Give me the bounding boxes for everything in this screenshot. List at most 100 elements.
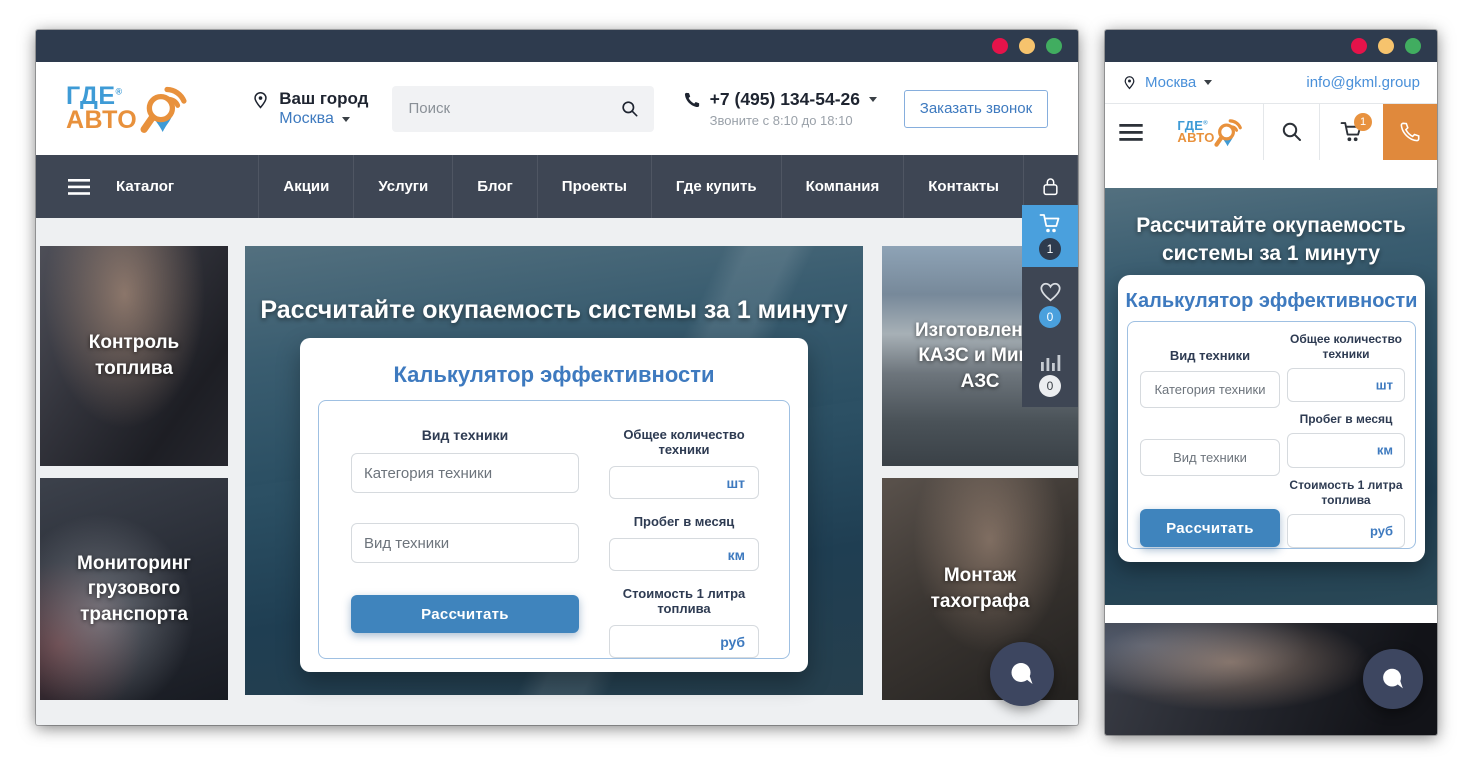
- location-pin-icon: [1122, 73, 1137, 92]
- request-call-button[interactable]: Заказать звонок: [904, 90, 1048, 128]
- quantity-unit: шт: [1376, 378, 1393, 393]
- mobile-search-button[interactable]: [1263, 104, 1319, 160]
- calculator-form: Вид техники Рассчитать Общее количество …: [318, 400, 790, 659]
- mobile-city-selector[interactable]: Москва: [1122, 73, 1212, 92]
- fuel-price-label: Стоимость 1 литра топлива: [1287, 478, 1405, 508]
- spacer: [1105, 605, 1437, 623]
- mobile-menu-button[interactable]: [1105, 104, 1157, 160]
- window-zoom-button[interactable]: [1405, 38, 1421, 54]
- calculator-form: Вид техники Рассчитать Общее количество …: [1127, 321, 1416, 549]
- mileage-label: Пробег в месяц: [609, 514, 759, 529]
- fuel-price-label: Стоимость 1 литра топлива: [609, 586, 759, 616]
- search-icon[interactable]: [620, 99, 640, 119]
- logo-magnifier-pin-icon: [131, 78, 189, 140]
- city-selector[interactable]: Ваш город Москва: [251, 88, 368, 129]
- compare-count-badge: 0: [1039, 375, 1061, 397]
- category-tile-fuel-control[interactable]: Контроль топлива: [40, 246, 228, 466]
- nav-item-projects[interactable]: Проекты: [538, 155, 652, 218]
- mileage-unit: км: [728, 547, 745, 563]
- spacer: [1105, 160, 1437, 188]
- vehicle-type-label: Вид техники: [1140, 348, 1280, 363]
- phone-icon: [1399, 121, 1421, 143]
- mobile-site-logo[interactable]: ГДЕ® АВТО: [1157, 104, 1263, 160]
- favorites-widget[interactable]: 0: [1022, 267, 1078, 337]
- phone-block: +7 (495) 134-54-26 Звоните с 8:10 до 18:…: [683, 89, 877, 128]
- mobile-hero-banner: Рассчитайте окупаемость системы за 1 мин…: [1105, 188, 1437, 605]
- cart-icon: [1038, 213, 1063, 235]
- vehicle-kind-input[interactable]: [351, 523, 579, 563]
- mileage-field: км: [609, 538, 759, 571]
- calculator-title: Калькулятор эффективности: [1118, 290, 1425, 313]
- phone-hours: Звоните с 8:10 до 18:10: [710, 113, 877, 128]
- mobile-browser-window: Москва info@gkml.group ГДЕ® АВТО: [1105, 30, 1437, 735]
- fuel-price-field: руб: [1287, 514, 1405, 548]
- mileage-unit: км: [1377, 443, 1393, 458]
- email-link[interactable]: info@gkml.group: [1306, 74, 1420, 91]
- compare-widget[interactable]: 0: [1022, 337, 1078, 407]
- vehicle-kind-input[interactable]: [1140, 439, 1280, 476]
- vehicle-category-input[interactable]: [351, 453, 579, 493]
- hero-title: Рассчитайте окупаемость системы за 1 мин…: [1105, 188, 1437, 269]
- location-pin-icon: [251, 88, 270, 112]
- vehicle-category-input[interactable]: [1140, 371, 1280, 408]
- chat-widget-button[interactable]: [990, 642, 1054, 706]
- mileage-label: Пробег в месяц: [1287, 412, 1405, 427]
- mobile-header: ГДЕ® АВТО: [1105, 104, 1437, 160]
- fuel-price-unit: руб: [720, 634, 745, 650]
- quantity-field: шт: [609, 466, 759, 499]
- nav-item-company[interactable]: Компания: [782, 155, 905, 218]
- tile-label: Монтаж тахографа: [904, 563, 1056, 614]
- nav-item-services[interactable]: Услуги: [354, 155, 453, 218]
- logo-magnifier-pin-icon: [1209, 114, 1243, 151]
- fuel-price-field: руб: [609, 625, 759, 658]
- site-logo[interactable]: ГДЕ® АВТО: [66, 78, 189, 140]
- category-tile-cargo-monitoring[interactable]: Мониторинг грузового транспорта: [40, 478, 228, 700]
- calculator-title: Калькулятор эффективности: [300, 362, 808, 388]
- nav-item-blog[interactable]: Блог: [453, 155, 538, 218]
- hero-banner: Рассчитайте окупаемость системы за 1 мин…: [245, 246, 863, 695]
- chat-bubble-icon: [1006, 658, 1038, 690]
- window-titlebar: [1105, 30, 1437, 62]
- calculate-button[interactable]: Рассчитать: [1140, 509, 1280, 547]
- mobile-calculator-card: Калькулятор эффективности Вид техники Ра…: [1118, 275, 1425, 562]
- hamburger-icon: [68, 179, 90, 195]
- mobile-cart-button[interactable]: 1: [1319, 104, 1383, 160]
- mileage-field: км: [1287, 433, 1405, 467]
- window-titlebar: [36, 30, 1078, 62]
- favorites-count-badge: 0: [1039, 306, 1061, 328]
- nav-item-promos[interactable]: Акции: [259, 155, 354, 218]
- site-header: ГДЕ® АВТО Ваш город Моск: [36, 62, 1078, 155]
- desktop-browser-window: ГДЕ® АВТО Ваш город Моск: [36, 30, 1078, 725]
- logo-reg-mark: ®: [116, 87, 123, 97]
- nav-item-contacts[interactable]: Контакты: [904, 155, 1024, 218]
- mobile-topbar: Москва info@gkml.group: [1105, 62, 1437, 104]
- chevron-down-icon: [869, 97, 877, 102]
- search-icon: [1280, 120, 1304, 144]
- hero-title: Рассчитайте окупаемость системы за 1 мин…: [245, 296, 863, 325]
- calculate-button[interactable]: Рассчитать: [351, 595, 579, 633]
- hamburger-icon: [1119, 124, 1143, 141]
- vehicle-type-label: Вид техники: [351, 427, 579, 443]
- nav-item-catalog[interactable]: Каталог: [36, 155, 259, 218]
- mobile-call-button[interactable]: [1383, 104, 1437, 160]
- search-box: [392, 86, 654, 132]
- tile-label: Контроль топлива: [58, 330, 210, 381]
- window-minimize-button[interactable]: [1378, 38, 1394, 54]
- nav-item-where-to-buy[interactable]: Где купить: [652, 155, 782, 218]
- window-zoom-button[interactable]: [1046, 38, 1062, 54]
- phone-icon: [683, 91, 701, 109]
- window-minimize-button[interactable]: [1019, 38, 1035, 54]
- calculator-card: Калькулятор эффективности Вид техники Ра…: [300, 338, 808, 672]
- window-close-button[interactable]: [1351, 38, 1367, 54]
- chat-widget-button[interactable]: [1363, 649, 1423, 709]
- chevron-down-icon: [1204, 80, 1212, 85]
- chat-bubble-icon: [1378, 664, 1408, 694]
- chevron-down-icon: [342, 117, 350, 122]
- search-input[interactable]: [406, 99, 620, 118]
- city-label: Ваш город: [279, 88, 368, 109]
- city-value: Москва: [279, 109, 334, 129]
- window-close-button[interactable]: [992, 38, 1008, 54]
- cart-widget[interactable]: 1: [1022, 205, 1078, 267]
- phone-number[interactable]: +7 (495) 134-54-26: [683, 89, 877, 110]
- page-content: Контроль топлива Мониторинг грузового тр…: [36, 218, 1078, 725]
